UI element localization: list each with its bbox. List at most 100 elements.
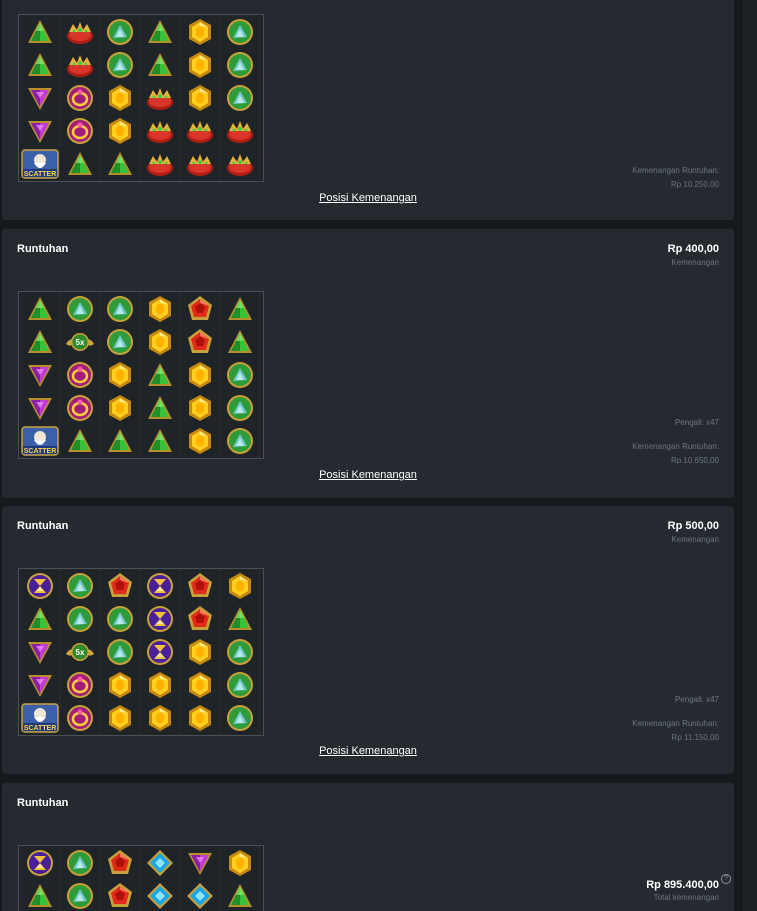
symbol-green-orb — [220, 49, 260, 81]
total-amount: Rp 895.400,00 — [646, 879, 719, 891]
svg-text:5x: 5x — [75, 648, 84, 657]
symbol-yellow-hex — [100, 392, 140, 424]
symbol-yellow-hex — [180, 425, 220, 457]
purple-tri-icon — [27, 398, 52, 420]
red-pent-icon — [187, 606, 212, 630]
symbol-crown — [220, 148, 260, 180]
cascade-win-1: Kemenangan Runtuhan: Rp 10.250,00 — [632, 164, 719, 192]
symbol-crown — [180, 148, 220, 180]
mult-5x-icon: 5x — [65, 643, 94, 661]
symbol-green-tri — [60, 425, 100, 457]
symbol-green-orb — [100, 49, 140, 81]
symbol-yellow-hex — [180, 49, 220, 81]
green-tri-icon — [27, 330, 52, 353]
symbol-hourglass — [20, 847, 60, 879]
symbol-yellow-hex — [180, 359, 220, 391]
symbol-green-tri — [140, 392, 180, 424]
yellow-hex-icon — [148, 672, 171, 698]
symbol-purple-tri — [20, 669, 60, 701]
symbol-yellow-hex — [220, 570, 260, 602]
cascade-panel-4: Runtuhan Rp 895.400,00 Total kemenangan … — [2, 783, 734, 911]
cascade-win-2: Kemenangan Runtuhan: Rp 10.650,00 — [632, 440, 719, 468]
symbol-green-tri — [20, 603, 60, 635]
symbol-mult-5x: 5x — [60, 326, 100, 358]
symbol-yellow-hex — [180, 392, 220, 424]
win-positions-link-1[interactable]: Posisi Kemenangan — [2, 192, 734, 204]
green-tri-icon — [27, 884, 52, 907]
cascade-win-label: Kemenangan Runtuhan: — [632, 719, 719, 728]
green-tri-icon — [27, 297, 52, 320]
symbol-green-orb — [100, 636, 140, 668]
green-orb-icon — [226, 639, 253, 665]
blue-diamond-icon — [186, 883, 213, 909]
symbol-ring — [60, 669, 100, 701]
symbol-ring — [60, 702, 100, 734]
symbol-yellow-hex — [100, 115, 140, 147]
green-orb-icon — [226, 395, 253, 421]
symbol-ring — [60, 115, 100, 147]
symbol-yellow-hex — [140, 702, 180, 734]
win-positions-link-2[interactable]: Posisi Kemenangan — [2, 469, 734, 481]
symbol-green-tri — [140, 359, 180, 391]
symbol-yellow-hex — [180, 702, 220, 734]
symbol-crown — [140, 82, 180, 114]
symbol-yellow-hex — [140, 293, 180, 325]
symbol-red-pent — [180, 570, 220, 602]
yellow-hex-icon — [108, 85, 131, 111]
green-orb-icon — [106, 639, 133, 665]
symbol-blue-diamond — [140, 880, 180, 911]
cascade-title: Runtuhan — [17, 797, 69, 809]
symbol-green-tri — [220, 880, 260, 911]
green-tri-icon — [227, 330, 252, 353]
green-orb-icon — [226, 428, 253, 454]
green-orb-icon — [66, 850, 93, 876]
scroll-rail[interactable] — [743, 0, 757, 911]
green-tri-icon — [147, 429, 172, 452]
symbol-green-tri — [140, 49, 180, 81]
win-positions-link-3[interactable]: Posisi Kemenangan — [2, 745, 734, 757]
mult-5x-icon: 5x — [65, 333, 94, 351]
purple-tri-icon — [27, 675, 52, 697]
cascade-panel-1: SCATTER Kemenangan Runtuhan: Rp 10.250,0… — [2, 0, 734, 220]
crown-icon — [146, 88, 173, 110]
green-tri-icon — [107, 152, 132, 175]
symbol-green-orb — [60, 570, 100, 602]
symbol-yellow-hex — [180, 636, 220, 668]
yellow-hex-icon — [188, 705, 211, 731]
symbol-crown — [60, 16, 100, 48]
ring-icon — [66, 672, 93, 698]
symbol-red-pent — [100, 880, 140, 911]
help-icon[interactable]: ? — [721, 874, 731, 884]
symbol-crown — [180, 115, 220, 147]
symbol-blue-diamond — [180, 880, 220, 911]
symbol-ring — [60, 82, 100, 114]
symbol-hourglass — [140, 570, 180, 602]
scatter-icon: SCATTER — [20, 703, 59, 733]
hourglass-icon — [146, 573, 173, 599]
symbol-green-tri — [100, 425, 140, 457]
symbol-green-orb — [220, 702, 260, 734]
reel-grid-2: 5x SCATTER — [18, 291, 264, 459]
symbol-green-tri — [220, 293, 260, 325]
symbol-green-tri — [20, 326, 60, 358]
symbol-green-tri — [20, 16, 60, 48]
symbol-green-tri — [20, 49, 60, 81]
symbol-ring — [60, 392, 100, 424]
yellow-hex-icon — [108, 118, 131, 144]
symbol-green-orb — [220, 82, 260, 114]
reel-grid-1: SCATTER — [18, 14, 264, 182]
symbol-green-orb — [220, 636, 260, 668]
green-orb-icon — [106, 606, 133, 632]
symbol-purple-tri — [20, 115, 60, 147]
symbol-purple-tri — [20, 82, 60, 114]
cascade-win-value: Rp 10.250,00 — [670, 180, 719, 189]
blue-diamond-icon — [146, 850, 173, 876]
symbol-hourglass — [140, 636, 180, 668]
green-orb-icon — [106, 19, 133, 45]
cascade-win-3: Kemenangan Runtuhan: Rp 11.150,00 — [632, 717, 719, 745]
crown-icon — [186, 121, 213, 143]
green-orb-icon — [226, 362, 253, 388]
symbol-hourglass — [140, 603, 180, 635]
symbol-green-orb — [100, 326, 140, 358]
purple-tri-icon — [27, 121, 52, 143]
